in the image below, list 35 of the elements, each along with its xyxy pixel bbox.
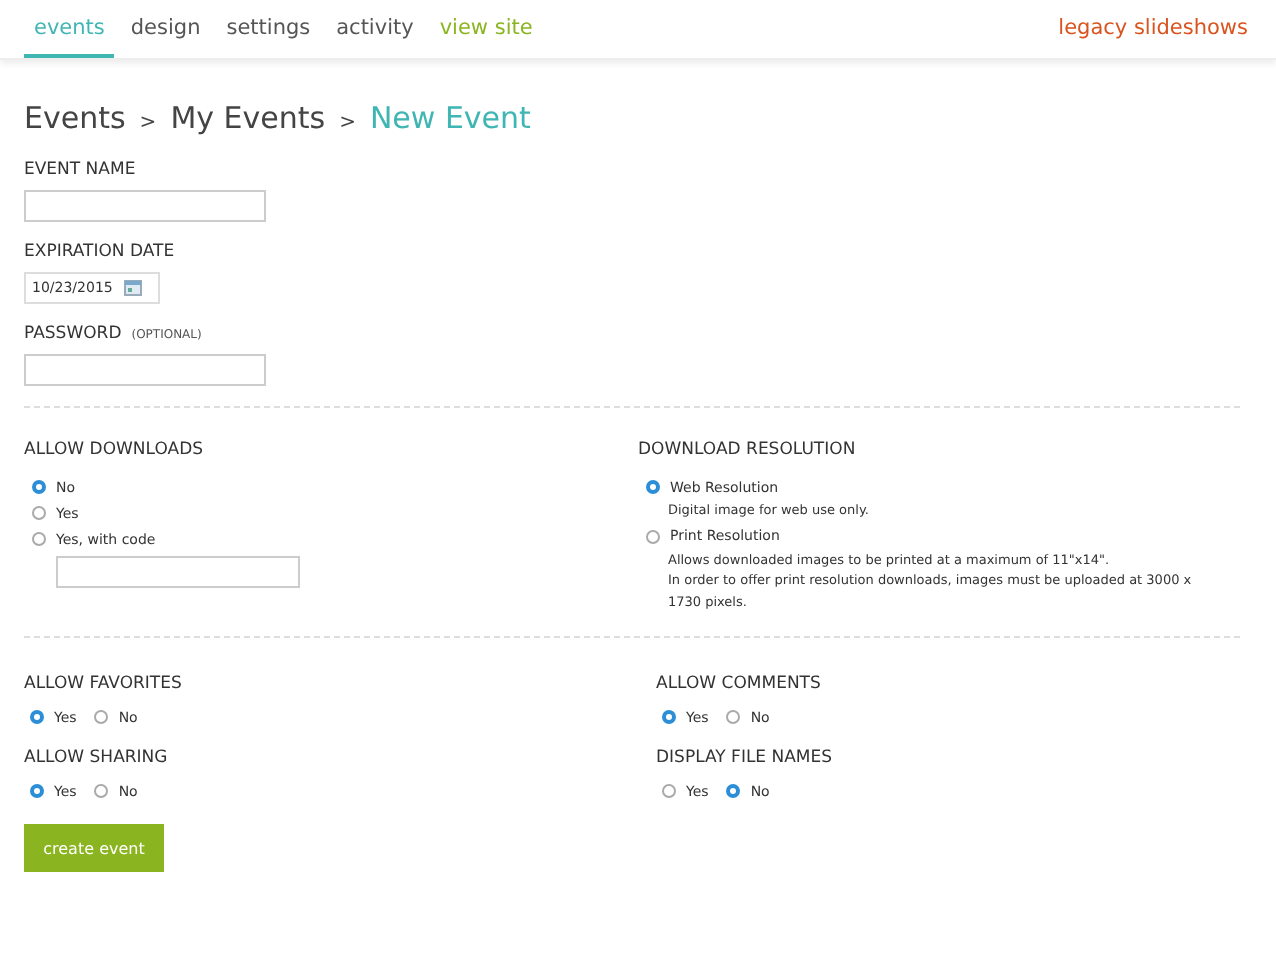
radio-button[interactable] [726, 710, 741, 724]
breadcrumb-item[interactable]: My Events [170, 100, 326, 136]
field-label: PASSWORD [24, 324, 122, 344]
radio-button[interactable] [30, 784, 44, 798]
radio-button[interactable] [32, 506, 46, 520]
radio-button[interactable] [646, 529, 660, 543]
breadcrumb-item: New Event [369, 100, 531, 136]
section-label: DOWNLOAD RESOLUTION [638, 440, 858, 460]
radio-button[interactable] [30, 710, 44, 724]
radio-button[interactable] [726, 784, 741, 798]
radio-button[interactable] [94, 710, 109, 724]
radio-button[interactable] [646, 480, 660, 494]
section-label: ALLOW DOWNLOADS [24, 440, 206, 460]
legacy-slideshows-link[interactable]: legacy slideshows [1058, 0, 1248, 58]
section-label: ALLOW SHARING [24, 748, 170, 768]
breadcrumb-separator: > [139, 112, 157, 134]
section-label: DISPLAY FILE NAMES [656, 748, 835, 768]
code-field[interactable] [56, 556, 300, 588]
calendar-icon[interactable] [124, 280, 143, 296]
field-label: EXPIRATION DATE [24, 242, 175, 262]
nav-tab[interactable]: activity [326, 0, 424, 58]
breadcrumb-separator: > [339, 112, 356, 134]
nav-tab[interactable]: settings [216, 0, 321, 58]
field-label: EVENT NAME [24, 160, 136, 180]
radio-button[interactable] [32, 480, 46, 494]
section-label: ALLOW FAVORITES [24, 674, 184, 694]
breadcrumb-item[interactable]: Events [24, 100, 126, 136]
radio-button[interactable] [662, 784, 676, 798]
section-label: ALLOW COMMENTS [656, 674, 823, 694]
radio-button[interactable] [32, 532, 46, 546]
nav-tab[interactable]: design [120, 0, 211, 58]
radio-button[interactable] [662, 710, 676, 724]
text-field[interactable] [24, 354, 266, 386]
radio-button[interactable] [94, 784, 109, 798]
text-field[interactable] [24, 190, 266, 222]
